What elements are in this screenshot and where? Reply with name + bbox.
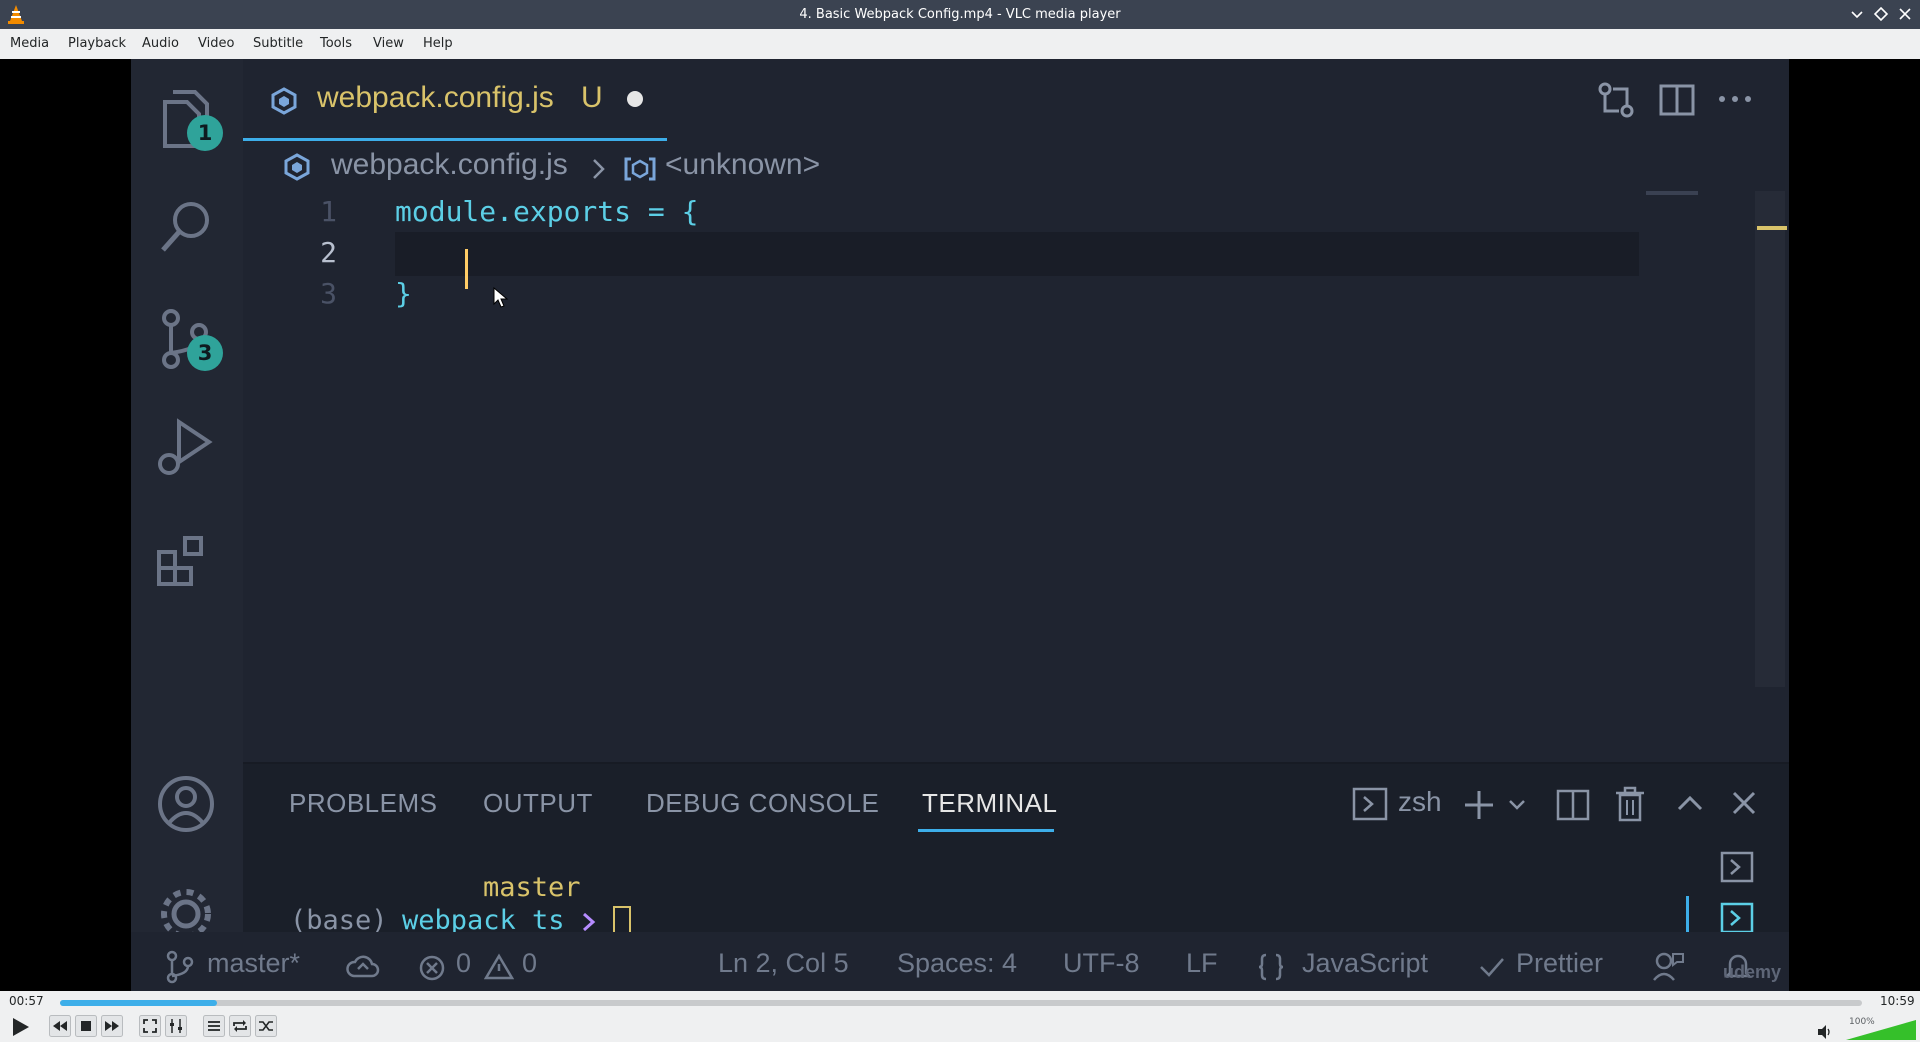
- play-icon[interactable]: [8, 1015, 32, 1039]
- account-icon: [158, 776, 214, 832]
- line-number: 3: [320, 277, 337, 310]
- compare-changes-icon[interactable]: [1595, 79, 1637, 121]
- terminal-branch: master: [483, 872, 581, 903]
- player-controls: 00:57 10:59 100%: [0, 991, 1920, 1042]
- tab-status: U: [581, 81, 603, 114]
- tab-problems[interactable]: PROBLEMS: [289, 788, 438, 819]
- udemy-watermark: udemy: [1723, 962, 1782, 982]
- status-errors[interactable]: 0: [456, 948, 471, 979]
- menu-bar: Media Playback Audio Video Subtitle Tool…: [0, 29, 1920, 60]
- elapsed-time[interactable]: 00:57: [9, 994, 44, 1008]
- extended-settings-icon[interactable]: [165, 1015, 187, 1037]
- menu-help[interactable]: Help: [423, 29, 453, 59]
- current-line-highlight: [395, 232, 1639, 276]
- feedback-icon[interactable]: [1651, 950, 1685, 984]
- stop-icon[interactable]: [75, 1015, 97, 1037]
- tab-filename[interactable]: webpack.config.js: [317, 81, 554, 115]
- menu-tools[interactable]: Tools: [320, 29, 352, 59]
- seek-bar[interactable]: [60, 1000, 1862, 1006]
- close-panel-icon[interactable]: [1731, 790, 1757, 816]
- tab-output[interactable]: OUTPUT: [483, 788, 593, 819]
- braces-icon: [1258, 953, 1284, 981]
- close-icon[interactable]: [1896, 5, 1914, 23]
- code-line-3[interactable]: }: [395, 277, 412, 310]
- menu-video[interactable]: Video: [198, 29, 234, 59]
- split-editor-icon[interactable]: [1658, 81, 1696, 119]
- check-icon: [1480, 958, 1504, 977]
- fullscreen-icon[interactable]: [139, 1015, 161, 1037]
- run-debug-icon: [158, 418, 213, 475]
- playlist-icon[interactable]: [203, 1015, 225, 1037]
- volume-speaker-icon[interactable]: [1817, 1024, 1833, 1040]
- shuffle-icon[interactable]: [255, 1015, 277, 1037]
- volume-slider[interactable]: [1846, 1018, 1916, 1040]
- breadcrumb-file[interactable]: webpack.config.js: [331, 148, 568, 182]
- terminal-instance-active-icon[interactable]: [1720, 902, 1754, 934]
- editor-area: webpack.config.js U webpack.config.js <u…: [243, 59, 1789, 762]
- menu-media[interactable]: Media: [10, 29, 49, 59]
- breadcrumb-chevron-icon: [593, 159, 605, 179]
- loop-icon[interactable]: [229, 1015, 251, 1037]
- extensions-icon: [157, 536, 203, 586]
- terminal-instance-icon[interactable]: [1720, 851, 1754, 883]
- prompt-arrow-icon: [583, 912, 596, 932]
- line-number: 1: [320, 195, 337, 228]
- status-indentation[interactable]: Spaces: 4: [897, 948, 1017, 979]
- menu-audio[interactable]: Audio: [142, 29, 179, 59]
- total-time[interactable]: 10:59: [1880, 994, 1915, 1008]
- breadcrumb-symbol[interactable]: <unknown>: [665, 148, 820, 182]
- breadcrumb-webpack-icon: [284, 153, 310, 181]
- tab-terminal[interactable]: TERMINAL: [922, 788, 1057, 819]
- mouse-pointer-icon: [493, 287, 509, 308]
- maximize-panel-icon[interactable]: [1676, 793, 1704, 813]
- status-eol[interactable]: LF: [1186, 948, 1218, 979]
- search-icon: [161, 202, 209, 252]
- menu-playback[interactable]: Playback: [68, 29, 126, 59]
- webpack-file-icon: [271, 87, 297, 115]
- split-terminal-icon[interactable]: [1556, 788, 1590, 822]
- title-bar: 4. Basic Webpack Config.mp4 - VLC media …: [0, 0, 1920, 29]
- active-tab-indicator: [243, 138, 667, 141]
- window-title: 4. Basic Webpack Config.mp4 - VLC media …: [799, 7, 1121, 22]
- code-line-1[interactable]: module.exports = {: [395, 195, 698, 228]
- more-actions-icon[interactable]: [1717, 89, 1753, 109]
- symbol-namespace-icon: [624, 157, 656, 181]
- previous-icon[interactable]: [49, 1015, 71, 1037]
- terminal-icon: [1352, 787, 1388, 821]
- menu-view[interactable]: View: [373, 29, 404, 59]
- minimap: [1646, 191, 1698, 195]
- chevron-down-icon[interactable]: [1508, 798, 1526, 812]
- status-encoding[interactable]: UTF-8: [1063, 948, 1140, 979]
- explorer-badge: 1: [187, 115, 223, 151]
- scrollbar-cursor-marker: [1757, 226, 1787, 230]
- error-icon[interactable]: [418, 954, 446, 982]
- new-terminal-icon[interactable]: [1462, 788, 1496, 822]
- editor-scrollbar[interactable]: [1755, 191, 1785, 687]
- git-branch-icon: [166, 950, 194, 984]
- status-formatter[interactable]: Prettier: [1516, 948, 1603, 979]
- status-language[interactable]: JavaScript: [1302, 948, 1428, 979]
- menu-subtitle[interactable]: Subtitle: [253, 29, 303, 59]
- warning-icon[interactable]: [484, 953, 514, 981]
- terminal-shell-name[interactable]: zsh: [1398, 786, 1442, 818]
- activity-bar: 1 3: [131, 59, 243, 939]
- line-number: 2: [320, 236, 337, 269]
- trash-icon[interactable]: [1615, 786, 1645, 822]
- maximize-icon[interactable]: [1872, 5, 1890, 23]
- status-cursor-position[interactable]: Ln 2, Col 5: [718, 948, 849, 979]
- scm-badge: 3: [187, 335, 223, 371]
- tab-debug-console[interactable]: DEBUG CONSOLE: [646, 788, 879, 819]
- next-icon[interactable]: [101, 1015, 123, 1037]
- text-cursor: [465, 249, 468, 289]
- cloud-sync-icon[interactable]: [346, 954, 380, 980]
- seek-bar-progress: [60, 1000, 217, 1006]
- unsaved-dot-icon[interactable]: [627, 91, 643, 107]
- minimize-icon[interactable]: [1848, 5, 1866, 23]
- status-branch[interactable]: master*: [207, 948, 300, 979]
- status-warnings[interactable]: 0: [522, 948, 537, 979]
- active-panel-tab-indicator: [918, 829, 1054, 832]
